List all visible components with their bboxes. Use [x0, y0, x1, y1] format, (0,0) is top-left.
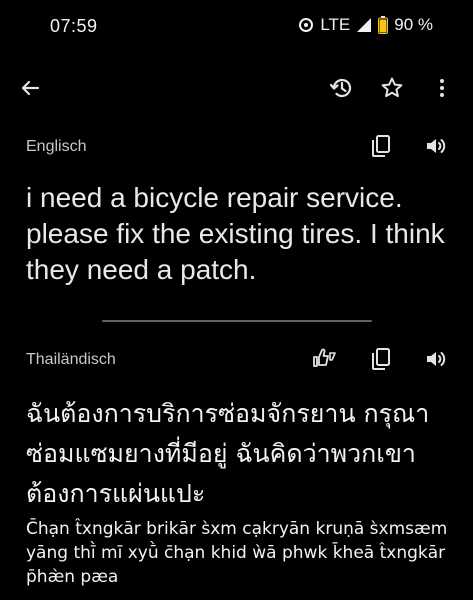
source-language-label: Englisch — [26, 138, 87, 155]
battery-level: 90 % — [394, 15, 433, 34]
history-icon — [328, 78, 356, 106]
history-button[interactable] — [328, 74, 356, 102]
speaker-icon — [424, 348, 446, 375]
favorite-button[interactable] — [378, 74, 406, 102]
more-vert-icon — [428, 79, 456, 106]
speak-source-button[interactable] — [420, 133, 450, 163]
status-bar: 07:59 LTE 90 % — [0, 0, 473, 52]
transliteration-text: C̄hạn t̂xngkār brikār s̀xm cạkryān kruṇā… — [26, 519, 448, 587]
back-button[interactable] — [16, 74, 44, 102]
copy-target-button[interactable] — [366, 346, 396, 376]
signal-icon — [356, 17, 372, 33]
more-options-button[interactable] — [428, 74, 456, 102]
translation-text[interactable]: ฉันต้องการบริการซ่อมจักรยาน กรุณาซ่อมแซม… — [26, 394, 466, 514]
target-language-label: Thailändisch — [26, 351, 116, 368]
copy-icon — [370, 347, 392, 376]
source-text[interactable]: i need a bicycle repair service. please … — [26, 180, 456, 288]
status-time: 07:59 — [50, 16, 98, 36]
app-bar — [0, 60, 473, 116]
thumbs-up-down-icon — [311, 347, 339, 376]
copy-source-button[interactable] — [366, 133, 396, 163]
status-icons: LTE 90 % — [298, 15, 433, 35]
battery-icon — [378, 16, 389, 34]
speak-target-button[interactable] — [420, 346, 450, 376]
star-icon — [378, 77, 406, 106]
speaker-icon — [424, 135, 446, 162]
copy-icon — [370, 134, 392, 163]
divider — [102, 320, 372, 322]
hotspot-icon — [298, 17, 314, 33]
feedback-button[interactable] — [310, 346, 340, 376]
back-arrow-icon — [16, 80, 44, 106]
network-type: LTE — [320, 15, 351, 34]
